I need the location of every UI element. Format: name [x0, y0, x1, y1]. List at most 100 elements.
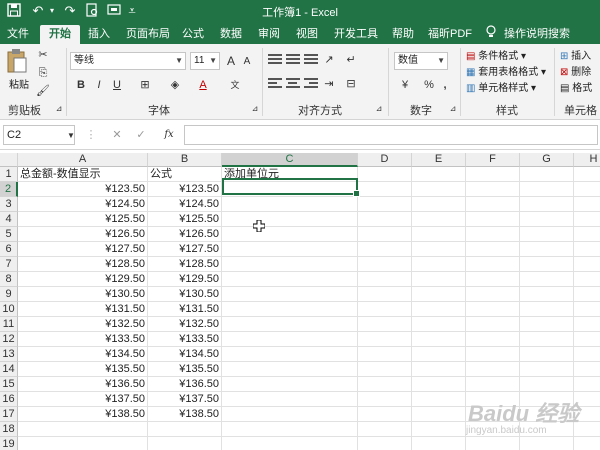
cell[interactable]: ¥124.50	[18, 197, 148, 212]
cell[interactable]	[574, 317, 600, 332]
cell[interactable]	[222, 212, 358, 227]
row-header[interactable]: 18	[0, 422, 18, 437]
cell[interactable]	[148, 437, 222, 450]
cell[interactable]	[412, 347, 466, 362]
column-header-b[interactable]: B	[148, 153, 222, 167]
cell[interactable]: ¥123.50	[18, 182, 148, 197]
cell[interactable]	[466, 242, 520, 257]
cell[interactable]	[358, 182, 412, 197]
cell[interactable]: ¥138.50	[18, 407, 148, 422]
cell[interactable]	[18, 422, 148, 437]
namebox-dropdown-icon[interactable]: ▼	[64, 129, 78, 143]
format-as-table-button[interactable]: ▦ 套用表格格式 ▾	[466, 66, 546, 80]
tab-help[interactable]: 帮助	[390, 25, 416, 44]
cell[interactable]	[222, 272, 358, 287]
underline-button[interactable]: U	[110, 78, 124, 92]
paste-button[interactable]: 粘贴	[6, 48, 32, 92]
cell[interactable]	[466, 257, 520, 272]
cell[interactable]	[466, 227, 520, 242]
cell[interactable]	[574, 287, 600, 302]
cell[interactable]: ¥126.50	[148, 227, 222, 242]
cell[interactable]	[520, 287, 574, 302]
cell[interactable]	[412, 377, 466, 392]
cell[interactable]	[466, 167, 520, 182]
bold-button[interactable]: B	[74, 78, 88, 92]
cell[interactable]	[466, 332, 520, 347]
cell[interactable]: ¥131.50	[148, 302, 222, 317]
cell[interactable]	[574, 377, 600, 392]
number-format-select[interactable]: 数值 ▼	[394, 52, 448, 70]
cell[interactable]	[412, 212, 466, 227]
phonetic-icon[interactable]: 文	[228, 78, 242, 92]
cell[interactable]	[466, 197, 520, 212]
cell[interactable]: ¥123.50	[148, 182, 222, 197]
cell[interactable]	[222, 332, 358, 347]
cell[interactable]	[520, 227, 574, 242]
cell[interactable]	[466, 287, 520, 302]
cell[interactable]	[358, 407, 412, 422]
row-header[interactable]: 5	[0, 227, 18, 242]
cell[interactable]	[466, 317, 520, 332]
cell[interactable]	[412, 182, 466, 197]
cell[interactable]	[358, 317, 412, 332]
cell[interactable]	[358, 347, 412, 362]
cell[interactable]	[412, 392, 466, 407]
cell[interactable]	[18, 437, 148, 450]
cell[interactable]	[358, 392, 412, 407]
cell[interactable]	[466, 212, 520, 227]
copy-icon[interactable]: ⎘	[36, 66, 50, 80]
align-middle-icon[interactable]	[286, 54, 300, 66]
wrap-text-icon[interactable]: ↵	[344, 53, 358, 67]
tab-developer[interactable]: 开发工具	[332, 25, 380, 44]
formula-input[interactable]	[184, 125, 598, 145]
cell[interactable]	[574, 257, 600, 272]
cell[interactable]	[412, 332, 466, 347]
cell[interactable]: ¥125.50	[18, 212, 148, 227]
row-header[interactable]: 15	[0, 377, 18, 392]
cell[interactable]	[222, 422, 358, 437]
cell[interactable]	[520, 317, 574, 332]
cell[interactable]: ¥130.50	[18, 287, 148, 302]
tab-insert[interactable]: 插入	[84, 25, 114, 44]
orientation-icon[interactable]: ↗	[322, 53, 336, 67]
tab-page-layout[interactable]: 页面布局	[124, 25, 172, 44]
merge-center-icon[interactable]: ⊟	[344, 77, 358, 91]
cell[interactable]	[222, 362, 358, 377]
align-center-icon[interactable]	[286, 78, 300, 90]
tell-me-search[interactable]: 操作说明搜索	[504, 25, 570, 44]
cell[interactable]	[358, 257, 412, 272]
column-header-e[interactable]: E	[412, 153, 466, 167]
cell[interactable]	[520, 437, 574, 450]
cell[interactable]	[574, 272, 600, 287]
cell[interactable]	[520, 197, 574, 212]
row-header[interactable]: 6	[0, 242, 18, 257]
tab-review[interactable]: 审阅	[256, 25, 282, 44]
cell[interactable]: ¥131.50	[18, 302, 148, 317]
cell[interactable]	[412, 437, 466, 450]
cell[interactable]	[574, 212, 600, 227]
column-header-c[interactable]: C	[222, 153, 358, 167]
cell[interactable]	[412, 317, 466, 332]
row-header[interactable]: 7	[0, 257, 18, 272]
cell[interactable]: ¥126.50	[18, 227, 148, 242]
column-header-h[interactable]: H	[574, 153, 600, 167]
cell[interactable]: ¥128.50	[148, 257, 222, 272]
cell[interactable]	[358, 272, 412, 287]
column-header-g[interactable]: G	[520, 153, 574, 167]
cell[interactable]	[358, 227, 412, 242]
cell[interactable]	[358, 422, 412, 437]
cell[interactable]: ¥129.50	[148, 272, 222, 287]
row-header[interactable]: 8	[0, 272, 18, 287]
cell[interactable]: ¥130.50	[148, 287, 222, 302]
cell[interactable]	[466, 302, 520, 317]
tab-foxit-pdf[interactable]: 福昕PDF	[428, 25, 472, 44]
cell[interactable]	[148, 422, 222, 437]
cell[interactable]	[222, 227, 358, 242]
tab-data[interactable]: 数据	[218, 25, 244, 44]
format-cells-button[interactable]: ▤ 格式	[560, 82, 592, 96]
tab-formulas[interactable]: 公式	[180, 25, 206, 44]
cell[interactable]	[520, 167, 574, 182]
cell[interactable]	[574, 302, 600, 317]
align-right-icon[interactable]	[304, 78, 318, 90]
select-all-corner[interactable]	[0, 153, 18, 167]
